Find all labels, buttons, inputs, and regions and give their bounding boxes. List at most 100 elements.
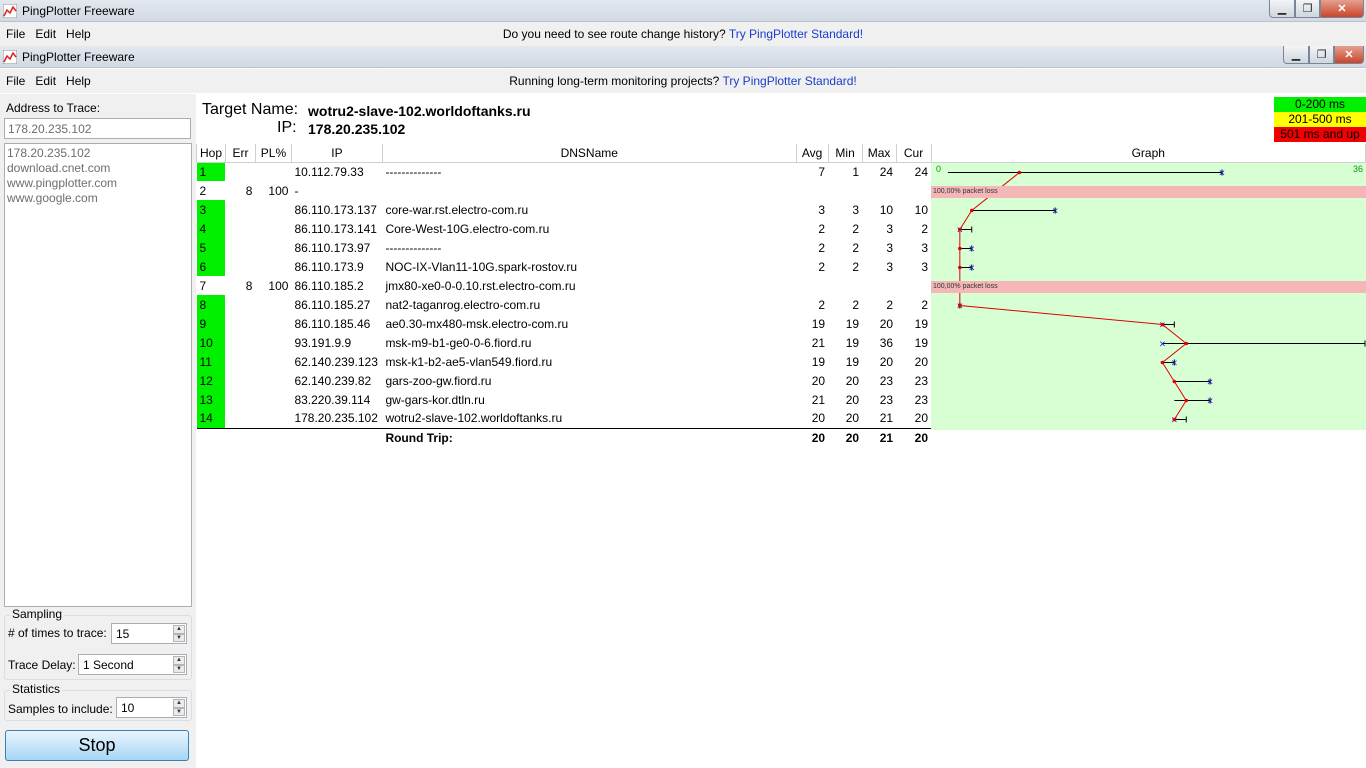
cur-cell: 23 (914, 373, 929, 388)
avg-cell (796, 181, 828, 200)
spin-down-icon[interactable]: ▼ (173, 664, 185, 673)
current-sample-marker: × (1171, 358, 1177, 370)
min-cell: 20 (845, 411, 860, 426)
pl-cell (255, 200, 291, 219)
hop-cell: 12 (196, 371, 226, 390)
average-point (1172, 417, 1177, 422)
outer-maximize-button[interactable]: ❐ (1295, 0, 1320, 18)
err-cell (225, 238, 255, 257)
trace-delay-spinner[interactable]: 1 Second ▲ ▼ (78, 654, 187, 675)
min-cell (828, 181, 862, 200)
times-to-trace-spinner[interactable]: 15 ▲ ▼ (111, 623, 187, 644)
empty-cell (931, 427, 1366, 448)
latency-graph[interactable]: 0 36 ×××××××××××× 100,00% packet loss100… (931, 163, 1366, 430)
col-graph[interactable]: Graph (930, 144, 1366, 163)
average-point (958, 227, 962, 232)
packet-loss-band: 100,00% packet loss (931, 185, 1366, 198)
spin-down-icon[interactable]: ▼ (173, 707, 185, 716)
latency-legend: 0-200 ms 201-500 ms 501 ms and up (1274, 97, 1366, 142)
address-input[interactable] (4, 118, 191, 139)
hop-cell: 1 (196, 162, 226, 181)
dns-cell (382, 181, 796, 200)
pl-cell (255, 390, 291, 409)
pl-cell: 100 (268, 183, 289, 198)
average-point (1184, 398, 1189, 403)
history-item[interactable]: www.google.com (7, 191, 189, 206)
left-panel: Address to Trace: 178.20.235.102 downloa… (0, 94, 196, 768)
legend-red: 501 ms and up (1274, 127, 1366, 142)
col-dnsname[interactable]: DNSName (381, 144, 797, 163)
outer-title-bar[interactable]: PingPlotter Freeware ▁ ❐ ✕ (0, 0, 1366, 22)
hop-cell: 2 (199, 183, 207, 198)
delay-label: Trace Delay: (8, 658, 76, 672)
empty-cell (255, 427, 292, 448)
restore-icon: ❐ (1302, 3, 1313, 15)
address-history-list[interactable]: 178.20.235.102 download.cnet.com www.pin… (4, 143, 192, 607)
pl-cell (255, 238, 291, 257)
ip-cell: 93.191.9.9 (294, 335, 352, 350)
samples-spinner[interactable]: 10 ▲ ▼ (116, 697, 187, 718)
hop-cell: 9 (196, 314, 226, 333)
col-max[interactable]: Max (861, 144, 897, 163)
dns-cell: -------------- (385, 240, 442, 255)
average-point (1172, 379, 1177, 384)
err-cell: 8 (245, 183, 253, 198)
stop-button[interactable]: Stop (5, 730, 189, 761)
avg-cell: 2 (818, 297, 826, 312)
history-item[interactable]: download.cnet.com (7, 161, 189, 176)
history-item[interactable]: 178.20.235.102 (7, 146, 189, 161)
samples-value: 10 (121, 701, 135, 715)
round-trip-label: Round Trip: (382, 427, 797, 448)
current-sample-marker: × (1219, 168, 1225, 180)
outer-minimize-button[interactable]: ▁ (1269, 0, 1295, 18)
err-cell (225, 162, 255, 181)
spin-up-icon[interactable]: ▲ (173, 625, 185, 634)
max-cell (862, 276, 896, 295)
avg-cell (796, 276, 828, 295)
col-avg[interactable]: Avg (795, 144, 829, 163)
cur-cell (896, 276, 931, 295)
dns-cell: gw-gars-kor.dtln.ru (385, 392, 485, 407)
col-hop[interactable]: Hop (196, 144, 226, 163)
address-label: Address to Trace: (6, 101, 101, 115)
inner-close-button[interactable]: ✕ (1334, 46, 1364, 64)
avg-cell: 19 (811, 316, 826, 331)
err-cell (225, 409, 255, 428)
col-min[interactable]: Min (827, 144, 863, 163)
average-point (969, 208, 974, 213)
err-cell (225, 257, 255, 276)
hop-cell: 11 (196, 352, 226, 371)
inner-title-bar[interactable]: PingPlotter Freeware ▁ ❐ ✕ (0, 46, 1366, 68)
hop-cell: 14 (196, 409, 226, 428)
outer-menu-bar: File Edit Help Do you need to see route … (0, 22, 1366, 46)
ip-cell: 86.110.173.141 (294, 221, 377, 236)
ip-cell: 86.110.173.137 (294, 202, 377, 217)
current-sample-marker: × (1159, 339, 1165, 351)
outer-close-button[interactable]: ✕ (1320, 0, 1364, 18)
dns-cell: msk-m9-b1-ge0-0-6.fiord.ru (385, 335, 532, 350)
col-cur[interactable]: Cur (895, 144, 932, 163)
col-ip[interactable]: IP (290, 144, 383, 163)
sampling-title: Sampling (10, 607, 65, 621)
cur-cell: 19 (914, 316, 929, 331)
max-cell: 23 (879, 392, 894, 407)
inner-promo-link[interactable]: Try PingPlotter Standard! (722, 74, 856, 88)
col-pl[interactable]: PL% (254, 144, 292, 163)
hop-cell: 4 (196, 219, 226, 238)
history-item[interactable]: www.pingplotter.com (7, 176, 189, 191)
outer-promo-link[interactable]: Try PingPlotter Standard! (729, 27, 863, 41)
inner-maximize-button[interactable]: ❐ (1309, 46, 1334, 64)
legend-green: 0-200 ms (1274, 97, 1366, 112)
spin-up-icon[interactable]: ▲ (173, 699, 185, 708)
hop-cell: 7 (199, 278, 207, 293)
min-cell (828, 276, 862, 295)
max-cell: 2 (886, 297, 894, 312)
ip-cell: 83.220.39.114 (294, 392, 371, 407)
packet-loss-band: 100,00% packet loss (931, 280, 1366, 293)
inner-minimize-button[interactable]: ▁ (1283, 46, 1309, 64)
spin-down-icon[interactable]: ▼ (173, 633, 185, 642)
cur-cell: 2 (921, 221, 929, 236)
spin-up-icon[interactable]: ▲ (173, 656, 185, 665)
col-err[interactable]: Err (224, 144, 256, 163)
err-cell (225, 390, 255, 409)
